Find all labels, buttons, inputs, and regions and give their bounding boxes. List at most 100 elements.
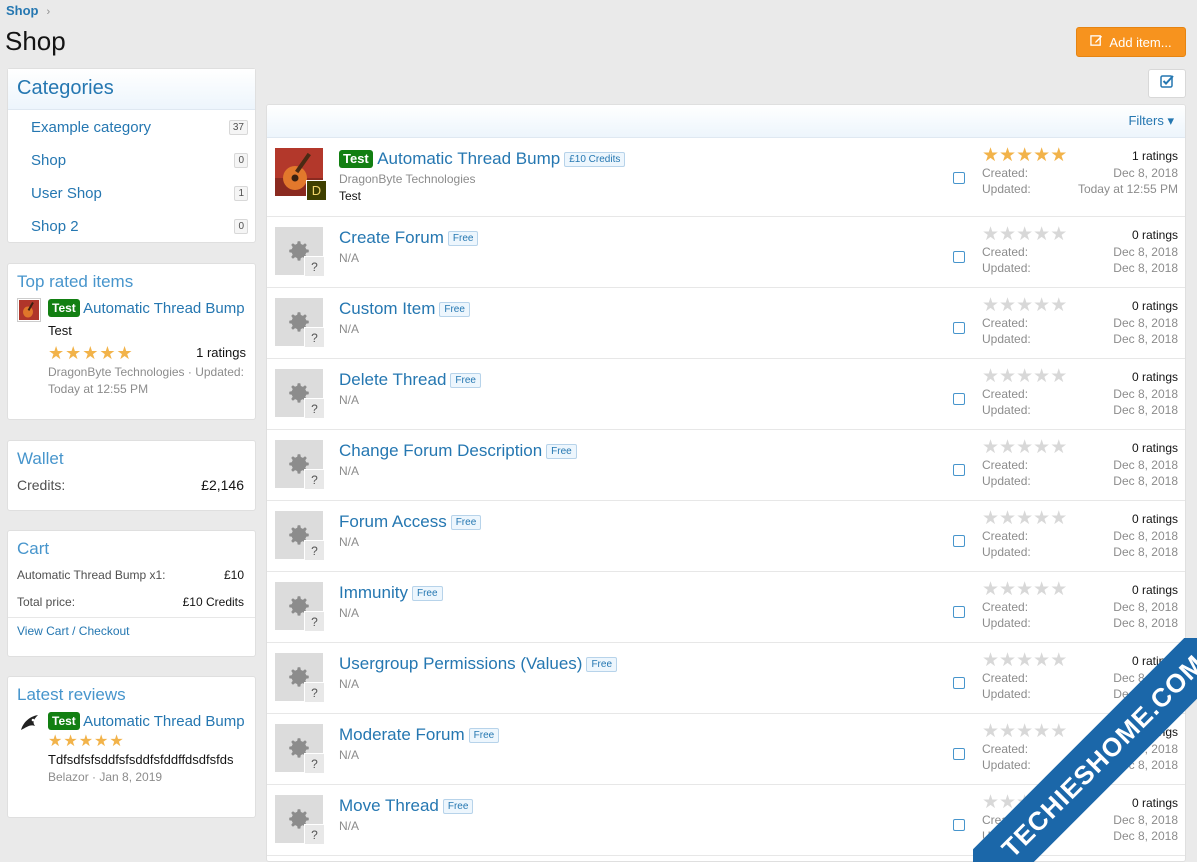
rating-stars[interactable]: ★★★★★ — [982, 145, 1067, 166]
ratings-count: 1 ratings — [196, 345, 246, 360]
item-author: DragonByte Technologies — [339, 172, 476, 186]
select-toggle-button[interactable] — [1148, 69, 1186, 98]
rating-stars[interactable]: ★★★★★ — [982, 793, 1067, 812]
item-title-link[interactable]: Forum Access — [339, 512, 447, 531]
dragon-avatar-icon[interactable] — [17, 711, 41, 735]
item-select-checkbox[interactable] — [953, 819, 965, 831]
rating-stars[interactable]: ★★★★★ — [982, 721, 1068, 742]
updated-date: Dec 8, 2018 — [1113, 474, 1178, 488]
star-icon: ★ — [1050, 224, 1068, 245]
item-select-checkbox[interactable] — [953, 677, 965, 689]
ratings-count: 0 ratings — [1131, 441, 1178, 455]
guitar-thumbnail[interactable]: D — [275, 148, 327, 201]
item-title-link[interactable]: Automatic Thread Bump — [377, 149, 560, 168]
star-icon: ★ — [1050, 721, 1068, 742]
item-title-link[interactable]: Immunity — [339, 583, 408, 602]
star-icon: ★ — [1016, 145, 1034, 166]
item-select-checkbox[interactable] — [953, 393, 965, 405]
add-item-label: Add item... — [1109, 34, 1172, 50]
item-select-checkbox[interactable] — [953, 251, 965, 263]
star-icon: ★ — [1033, 721, 1051, 742]
item-select-checkbox[interactable] — [953, 606, 965, 618]
review-item-link[interactable]: Automatic Thread Bump — [83, 713, 244, 730]
updated-label: Updated: — [982, 545, 1031, 559]
gear-icon[interactable]: ? — [275, 582, 325, 632]
updated-label: Updated: — [982, 616, 1031, 630]
category-item[interactable]: Example category 37 — [8, 111, 255, 144]
category-item[interactable]: Shop 0 — [8, 144, 255, 177]
item-title-link[interactable]: Custom Item — [339, 299, 435, 318]
star-icon: ★ — [999, 295, 1017, 316]
item-title-link[interactable]: Delete Thread — [339, 370, 446, 389]
page-title: Shop — [5, 26, 66, 56]
checkbox-check-icon — [1160, 74, 1174, 93]
gear-icon[interactable]: ? — [275, 369, 325, 419]
updated-label: Updated: — [982, 261, 1031, 275]
item-author: N/A — [339, 251, 360, 265]
review-item: Test Automatic Thread Bump ★★★★★ Tdfsdfs… — [8, 705, 255, 786]
item-select-checkbox[interactable] — [953, 172, 965, 184]
filters-bar: Filters ▾ — [267, 105, 1185, 138]
review-stars-icon: ★★★★★ — [48, 733, 125, 750]
price-badge: Free — [586, 657, 617, 672]
star-icon: ★ — [1033, 224, 1051, 245]
created-label: Created: — [982, 458, 1029, 472]
item-select-checkbox[interactable] — [953, 535, 965, 547]
item-title-link[interactable]: Move Thread — [339, 796, 439, 815]
guitar-icon[interactable] — [17, 298, 41, 322]
gear-icon[interactable]: ? — [275, 795, 325, 845]
gear-icon[interactable]: ? — [275, 724, 325, 774]
created-label: Created: — [982, 387, 1029, 401]
created-date: Dec 8, 2018 — [1113, 316, 1178, 330]
rating-stars[interactable]: ★★★★★ — [982, 366, 1067, 387]
unknown-author-icon: ? — [304, 682, 325, 703]
item-row: ? Forum Access Free N/A ★★★★★ 0 ratings Create… — [267, 501, 1185, 572]
gear-icon[interactable]: ? — [275, 440, 325, 490]
item-select-checkbox[interactable] — [953, 748, 965, 760]
top-rated-item-link[interactable]: Automatic Thread Bump — [83, 300, 244, 317]
item-title-link[interactable]: Create Forum — [339, 228, 444, 247]
rating-stars[interactable]: ★★★★★ — [982, 437, 1067, 458]
view-cart-link[interactable]: View Cart / Checkout — [17, 624, 130, 638]
ratings-count: 1 ratings — [1131, 149, 1178, 163]
caret-down-icon: ▾ — [1167, 113, 1174, 128]
item-author: N/A — [339, 464, 360, 478]
filters-menu[interactable]: Filters ▾ — [1128, 113, 1174, 129]
gear-icon[interactable]: ? — [275, 653, 325, 703]
category-item[interactable]: User Shop 1 — [8, 177, 255, 210]
created-label: Created: — [982, 671, 1029, 685]
star-icon: ★ — [982, 721, 1000, 742]
author-avatar: D — [306, 180, 327, 201]
rating-stars[interactable]: ★★★★★ — [982, 579, 1068, 600]
category-item[interactable]: Shop 2 0 — [8, 210, 255, 243]
updated-date: Dec 8, 2018 — [1113, 687, 1178, 701]
gear-icon[interactable]: ? — [275, 511, 325, 561]
item-row: D Test Automatic Thread Bump £10 Credits Dr… — [267, 138, 1185, 217]
categories-block: Categories Example category 37 Shop 0 User… — [7, 68, 256, 243]
star-icon: ★ — [1016, 650, 1034, 671]
item-title-link[interactable]: Usergroup Permissions (Values) — [339, 654, 582, 673]
add-item-button[interactable]: Add item... — [1076, 27, 1186, 57]
item-select-checkbox[interactable] — [953, 464, 965, 476]
created-date: Dec 8, 2018 — [1113, 245, 1178, 259]
star-icon: ★ — [1050, 579, 1068, 600]
rating-stars[interactable]: ★★★★★ — [982, 295, 1067, 316]
breadcrumb-shop-link[interactable]: Shop — [6, 3, 39, 18]
item-title-link[interactable]: Moderate Forum — [339, 725, 465, 744]
star-icon: ★ — [982, 437, 1000, 458]
star-icon: ★ — [999, 224, 1017, 245]
star-icon: ★ — [999, 366, 1017, 387]
item-select-checkbox[interactable] — [953, 322, 965, 334]
updated-date: Dec 8, 2018 — [1113, 332, 1178, 346]
price-badge: Free — [447, 231, 479, 246]
ratings-count: 0 ratings — [1131, 370, 1178, 384]
rating-stars[interactable]: ★★★★★ — [982, 224, 1068, 245]
created-label: Created: — [982, 245, 1029, 259]
gear-icon[interactable]: ? — [275, 227, 325, 277]
star-icon: ★ — [1016, 437, 1034, 458]
rating-stars[interactable]: ★★★★★ — [982, 650, 1067, 671]
rating-stars[interactable]: ★★★★★ — [982, 509, 1067, 528]
item-title-link[interactable]: Change Forum Description — [339, 441, 542, 460]
gear-icon[interactable]: ? — [275, 298, 325, 348]
latest-reviews-title: Latest reviews — [17, 685, 126, 704]
